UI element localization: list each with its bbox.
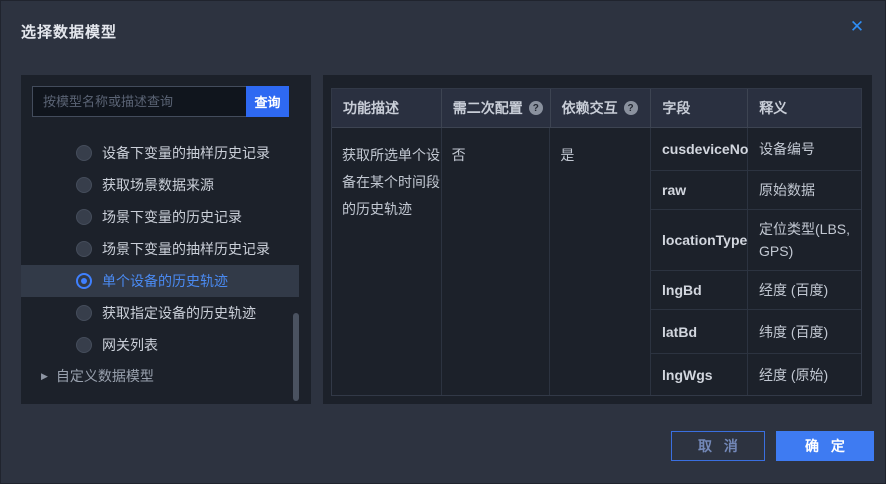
column-header-label: 功能描述 [343, 98, 399, 118]
model-list-panel: 查询 设备下变量的抽样历史记录 获取场景数据来源 场景下变量的历史记录 场景下变… [21, 75, 311, 404]
radio-icon [76, 145, 92, 161]
help-icon[interactable]: ? [529, 101, 543, 115]
search-input[interactable] [32, 86, 246, 117]
cancel-button[interactable]: 取 消 [671, 431, 765, 461]
table-row: locationType 定位类型(LBS, GPS) [651, 209, 861, 270]
model-detail-panel: 功能描述 需二次配置 ? 依赖交互 ? 字段 释义 获取所选单个设备在某个时间段… [323, 75, 872, 404]
dialog-footer: 取 消 确 定 [671, 431, 874, 461]
cell-need-reconfig: 否 [442, 128, 551, 395]
search-row: 查询 [32, 86, 289, 117]
model-option[interactable]: 场景下变量的历史记录 [21, 201, 299, 233]
radio-icon [76, 305, 92, 321]
scrollbar-thumb[interactable] [293, 313, 299, 401]
table-row: lngBd 经度 (百度) [651, 270, 861, 309]
radio-checked-icon [76, 273, 92, 289]
model-option[interactable]: 网关列表 [21, 329, 299, 361]
field-meaning: 定位类型(LBS, GPS) [748, 210, 861, 270]
radio-icon [76, 177, 92, 193]
column-header-label: 依赖交互 [562, 98, 618, 118]
field-name: raw [651, 171, 748, 209]
cell-depends-interaction: 是 [550, 128, 651, 395]
column-header-label: 释义 [759, 98, 787, 118]
model-detail-table: 功能描述 需二次配置 ? 依赖交互 ? 字段 释义 获取所选单个设备在某个时间段… [331, 88, 862, 396]
radio-icon [76, 337, 92, 353]
table-row: lngWgs 经度 (原始) [651, 353, 861, 395]
field-meaning: 设备编号 [748, 128, 861, 170]
field-meaning: 经度 (百度) [748, 271, 861, 309]
field-meaning: 原始数据 [748, 171, 861, 209]
table-row: latBd 纬度 (百度) [651, 309, 861, 353]
model-option-label: 场景下变量的历史记录 [102, 207, 242, 227]
model-option-label: 设备下变量的抽样历史记录 [102, 143, 270, 163]
field-name: latBd [651, 310, 748, 353]
model-option-label: 场景下变量的抽样历史记录 [102, 239, 270, 259]
column-header-label: 需二次配置 [453, 98, 523, 118]
table-row: cusdeviceNo 设备编号 [651, 128, 861, 170]
model-option-label: 获取场景数据来源 [102, 175, 214, 195]
model-option[interactable]: 获取指定设备的历史轨迹 [21, 297, 299, 329]
field-meaning: 经度 (原始) [748, 354, 861, 395]
chevron-right-icon: ▶ [41, 371, 48, 382]
field-name: cusdeviceNo [651, 128, 748, 170]
radio-icon [76, 209, 92, 225]
model-option-selected[interactable]: 单个设备的历史轨迹 [21, 265, 299, 297]
model-option[interactable]: 设备下变量的抽样历史记录 [21, 137, 299, 169]
field-name: lngWgs [651, 354, 748, 395]
confirm-button[interactable]: 确 定 [776, 431, 874, 461]
query-button[interactable]: 查询 [246, 86, 289, 117]
table-header-row: 功能描述 需二次配置 ? 依赖交互 ? 字段 释义 [332, 89, 861, 128]
tree-item-label: 自定义数据模型 [56, 366, 154, 386]
help-icon[interactable]: ? [624, 101, 638, 115]
close-icon[interactable]: ✕ [845, 15, 869, 39]
model-list: 设备下变量的抽样历史记录 获取场景数据来源 场景下变量的历史记录 场景下变量的抽… [21, 137, 311, 361]
model-option[interactable]: 场景下变量的抽样历史记录 [21, 233, 299, 265]
column-header: 功能描述 [332, 89, 442, 127]
column-header: 释义 [748, 89, 861, 127]
cell-function-description: 获取所选单个设备在某个时间段的历史轨迹 [332, 128, 442, 395]
model-option[interactable]: 获取场景数据来源 [21, 169, 299, 201]
field-name: lngBd [651, 271, 748, 309]
fields-column: cusdeviceNo 设备编号 raw 原始数据 locationType 定… [651, 128, 861, 395]
column-header: 需二次配置 ? [442, 89, 551, 127]
model-option-label: 网关列表 [102, 335, 158, 355]
field-name: locationType [651, 210, 748, 270]
table-body: 获取所选单个设备在某个时间段的历史轨迹 否 是 cusdeviceNo 设备编号… [332, 128, 861, 395]
column-header-label: 字段 [662, 98, 690, 118]
column-header: 依赖交互 ? [551, 89, 652, 127]
model-option-label: 单个设备的历史轨迹 [102, 271, 228, 291]
field-meaning: 纬度 (百度) [748, 310, 861, 353]
tree-item-custom-models[interactable]: ▶ 自定义数据模型 [21, 361, 311, 391]
model-option-label: 获取指定设备的历史轨迹 [102, 303, 256, 323]
column-header: 字段 [651, 89, 748, 127]
page-title: 选择数据模型 [21, 21, 117, 42]
radio-icon [76, 241, 92, 257]
table-row: raw 原始数据 [651, 170, 861, 209]
